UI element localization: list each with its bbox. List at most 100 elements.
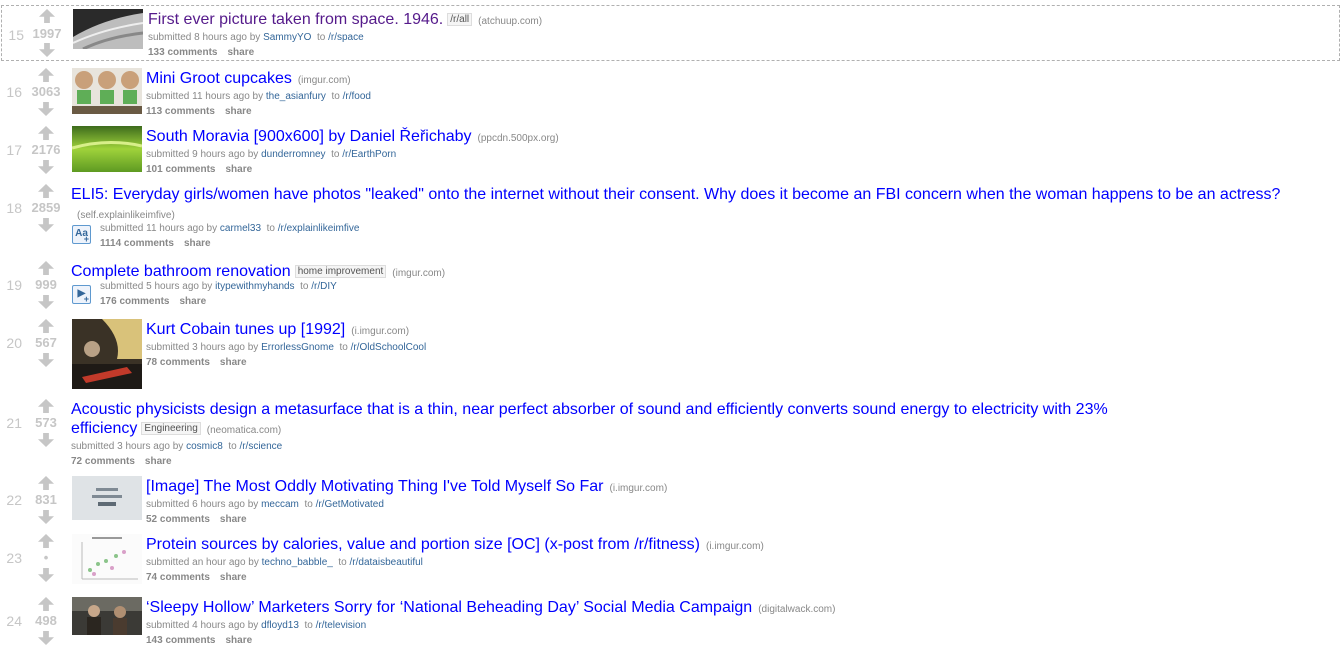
post-title[interactable]: Kurt Cobain tunes up [1992] [146,321,345,338]
post-domain[interactable]: (imgur.com) [392,268,445,279]
subreddit-link[interactable]: /r/OldSchoolCool [351,342,427,353]
share-link[interactable]: share [220,357,247,368]
post-domain[interactable]: (digitalwack.com) [758,604,835,615]
subreddit-link[interactable]: /r/explainlikeimfive [278,223,360,234]
comments-link[interactable]: 101 comments [146,164,215,175]
comments-link[interactable]: 143 comments [146,635,215,646]
comments-link[interactable]: 176 comments [100,296,169,307]
comments-link[interactable]: 72 comments [71,456,135,467]
downvote-arrow-icon[interactable] [38,218,54,232]
post-rank: 20 [6,335,22,351]
author-link[interactable]: dfloyd13 [261,620,299,631]
downvote-arrow-icon[interactable] [38,631,54,645]
subreddit-link[interactable]: /r/dataisbeautiful [350,557,423,568]
upvote-arrow-icon[interactable] [38,534,54,548]
post-flair[interactable]: home improvement [294,265,387,278]
share-link[interactable]: share [225,635,252,646]
upvote-arrow-icon[interactable] [38,68,54,82]
upvote-arrow-icon[interactable] [38,476,54,490]
author-link[interactable]: techno_babble_ [262,557,333,568]
share-link[interactable]: share [184,238,211,249]
subreddit-link[interactable]: /r/space [328,32,364,43]
share-link[interactable]: share [220,514,247,525]
post-title[interactable]: Complete bathroom renovation [71,263,291,280]
video-play-icon[interactable]: ▶ + [72,285,91,304]
post-rank: 22 [6,492,22,508]
post-title[interactable]: ‘Sleepy Hollow’ Marketers Sorry for ‘Nat… [146,599,752,616]
post-domain[interactable]: (i.imgur.com) [609,483,667,494]
comments-link[interactable]: 1114 comments [100,238,174,249]
share-link[interactable]: share [145,456,172,467]
author-link[interactable]: dunderromney [261,149,325,160]
subreddit-link[interactable]: /r/television [316,620,367,631]
author-link[interactable]: carmel33 [220,223,261,234]
post-score: 498 [35,613,57,628]
subreddit-link[interactable]: /r/EarthPorn [342,149,396,160]
downvote-arrow-icon[interactable] [38,295,54,309]
downvote-arrow-icon[interactable] [38,433,54,447]
downvote-arrow-icon[interactable] [38,102,54,116]
upvote-arrow-icon[interactable] [38,261,54,275]
post-domain[interactable]: (imgur.com) [298,75,351,86]
post-tagline: submitted 5 hours ago by itypewithmyhand… [100,281,337,292]
downvote-arrow-icon[interactable] [38,353,54,367]
downvote-arrow-icon[interactable] [38,160,54,174]
share-link[interactable]: share [225,164,252,175]
post-thumbnail[interactable] [72,319,142,389]
downvote-arrow-icon[interactable] [39,43,55,57]
downvote-arrow-icon[interactable] [38,568,54,582]
post-domain[interactable]: (i.imgur.com) [351,326,409,337]
post-thumbnail[interactable] [72,534,142,584]
post-score: 3063 [31,84,61,99]
upvote-arrow-icon[interactable] [38,126,54,140]
post-domain[interactable]: (i.imgur.com) [706,541,764,552]
post-tagline: submitted 11 hours ago by the_asianfury … [146,91,371,102]
post-thumbnail[interactable] [73,9,143,49]
author-link[interactable]: itypewithmyhands [215,281,294,292]
post-thumbnail[interactable] [72,476,142,520]
author-link[interactable]: ErrorlessGnome [261,342,334,353]
author-link[interactable]: meccam [261,499,299,510]
post-title[interactable]: First ever picture taken from space. 194… [148,11,443,28]
post-domain[interactable]: (atchuup.com) [478,16,542,27]
share-link[interactable]: share [227,47,254,58]
post-thumbnail[interactable] [72,126,142,172]
downvote-arrow-icon[interactable] [38,510,54,524]
subreddit-link[interactable]: /r/DIY [311,281,337,292]
post-flair[interactable]: Engineering [141,422,201,435]
post-thumbnail[interactable] [72,597,142,635]
post-title[interactable]: Protein sources by calories, value and p… [146,536,700,553]
post-title[interactable]: South Moravia [900x600] by Daniel Řeřich… [146,128,472,145]
post-title[interactable]: ELI5: Everyday girls/women have photos "… [71,186,1280,203]
comments-link[interactable]: 52 comments [146,514,210,525]
share-link[interactable]: share [220,572,247,583]
author-link[interactable]: SammyYO [263,32,311,43]
post-tagline: submitted 11 hours ago by carmel33 to /r… [100,223,360,234]
upvote-arrow-icon[interactable] [38,319,54,333]
upvote-arrow-icon[interactable] [38,184,54,198]
post-domain[interactable]: (ppcdn.500px.org) [478,133,559,144]
comments-link[interactable]: 113 comments [146,106,215,117]
comments-link[interactable]: 74 comments [146,572,210,583]
comments-link[interactable]: 78 comments [146,357,210,368]
comments-link[interactable]: 133 comments [148,47,217,58]
post-flair[interactable]: /r/all [447,13,473,26]
share-link[interactable]: share [225,106,252,117]
post-score: 573 [35,415,57,430]
upvote-arrow-icon[interactable] [39,9,55,23]
post-domain[interactable]: (self.explainlikeimfive) [77,210,175,221]
upvote-arrow-icon[interactable] [38,399,54,413]
self-text-expand-icon[interactable]: Aa + [72,225,91,244]
post-title[interactable]: [Image] The Most Oddly Motivating Thing … [146,478,603,495]
share-link[interactable]: share [179,296,206,307]
post-rank: 16 [6,84,22,100]
post-title[interactable]: Mini Groot cupcakes [146,70,292,87]
subreddit-link[interactable]: /r/science [239,441,282,452]
upvote-arrow-icon[interactable] [38,597,54,611]
subreddit-link[interactable]: /r/GetMotivated [316,499,384,510]
subreddit-link[interactable]: /r/food [343,91,371,102]
author-link[interactable]: the_asianfury [266,91,326,102]
post-domain[interactable]: (neomatica.com) [207,425,281,436]
post-thumbnail[interactable] [72,68,142,114]
author-link[interactable]: cosmic8 [186,441,223,452]
